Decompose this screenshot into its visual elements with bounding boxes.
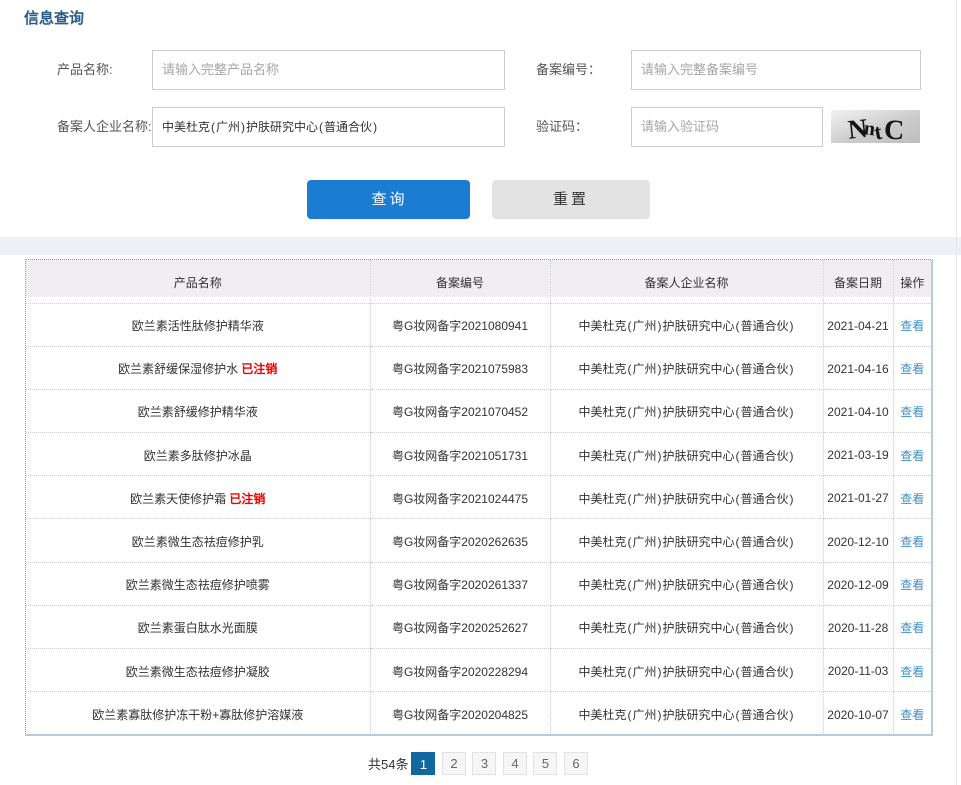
- svg-text:C: C: [883, 115, 904, 143]
